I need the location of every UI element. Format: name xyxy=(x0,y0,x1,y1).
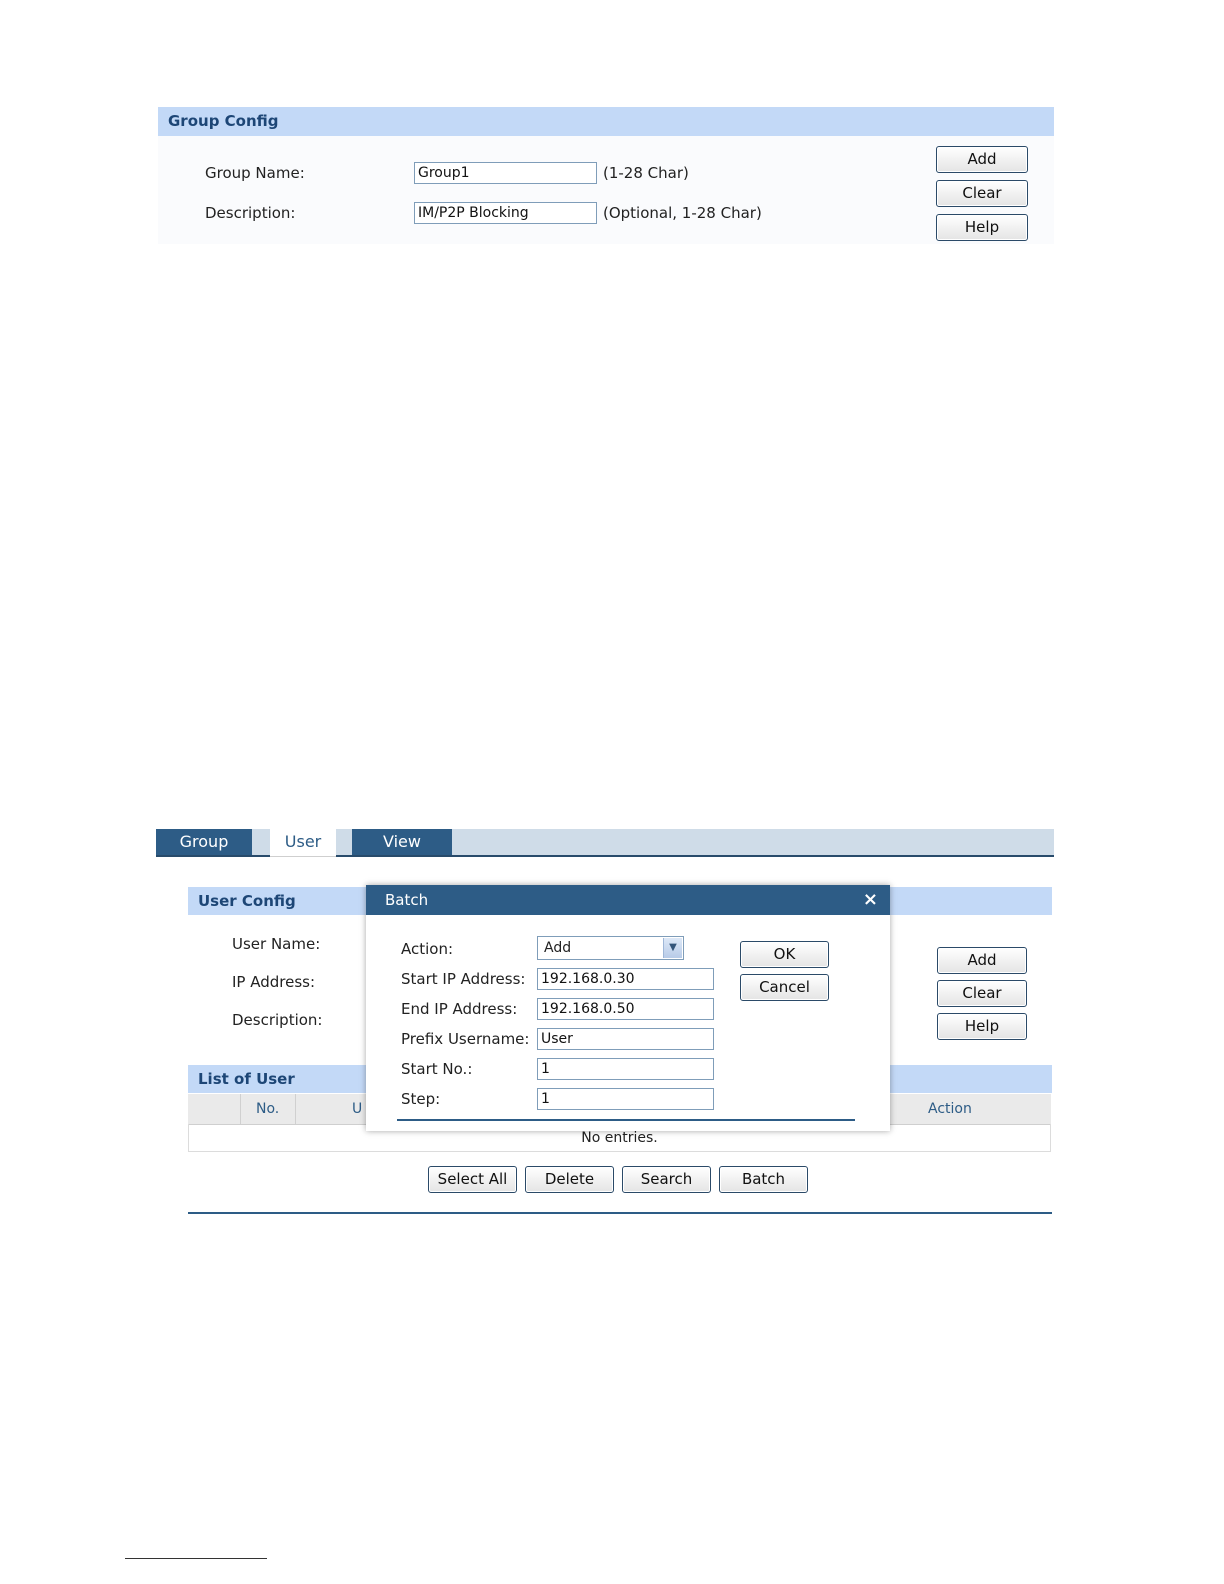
search-button[interactable]: Search xyxy=(622,1166,711,1193)
column-action: Action xyxy=(928,1101,972,1117)
end-ip-label: End IP Address: xyxy=(401,1000,518,1018)
start-no-label: Start No.: xyxy=(401,1060,473,1078)
group-description-label: Description: xyxy=(205,204,296,222)
cancel-button[interactable]: Cancel xyxy=(740,974,829,1001)
footnote-rule xyxy=(125,1558,267,1559)
tab-view[interactable]: View xyxy=(352,829,452,855)
action-select[interactable]: Add ▼ xyxy=(537,936,684,960)
ip-address-label: IP Address: xyxy=(232,973,316,991)
delete-button[interactable]: Delete xyxy=(525,1166,614,1193)
end-ip-input[interactable] xyxy=(537,998,714,1020)
action-label: Action: xyxy=(401,940,454,958)
start-ip-input[interactable] xyxy=(537,968,714,990)
user-name-label: User Name: xyxy=(232,935,321,953)
prefix-username-label: Prefix Username: xyxy=(401,1030,530,1048)
chevron-down-icon[interactable]: ▼ xyxy=(663,938,682,958)
batch-dialog: Batch × Action: Add ▼ Start IP Address: … xyxy=(366,885,890,1131)
group-config-title: Group Config xyxy=(158,107,1054,136)
column-no: No. xyxy=(256,1101,280,1117)
group-name-hint: (1-28 Char) xyxy=(603,164,689,182)
group-description-input[interactable] xyxy=(414,202,597,224)
tab-user[interactable]: User xyxy=(270,829,336,857)
column-divider xyxy=(240,1094,241,1124)
tab-bar: Group User View xyxy=(156,829,1054,857)
user-help-button[interactable]: Help xyxy=(937,1013,1027,1040)
user-clear-button[interactable]: Clear xyxy=(937,980,1027,1007)
group-description-hint: (Optional, 1-28 Char) xyxy=(603,204,762,222)
batch-button[interactable]: Batch xyxy=(719,1166,808,1193)
batch-dialog-header: Batch × xyxy=(366,885,890,915)
ok-button[interactable]: OK xyxy=(740,941,829,968)
bottom-divider xyxy=(188,1212,1052,1214)
step-input[interactable] xyxy=(537,1088,714,1110)
group-config-body xyxy=(158,136,1054,244)
close-icon[interactable]: × xyxy=(863,885,878,915)
step-label: Step: xyxy=(401,1090,441,1108)
group-add-button[interactable]: Add xyxy=(936,146,1028,173)
group-help-button[interactable]: Help xyxy=(936,214,1028,241)
column-divider xyxy=(295,1094,296,1124)
user-description-label: Description: xyxy=(232,1011,323,1029)
action-select-value: Add xyxy=(544,940,572,956)
no-entries-text: No entries. xyxy=(581,1130,658,1146)
group-clear-button[interactable]: Clear xyxy=(936,180,1028,207)
column-username: U xyxy=(352,1101,363,1117)
group-name-label: Group Name: xyxy=(205,164,305,182)
user-add-button[interactable]: Add xyxy=(937,947,1027,974)
batch-dialog-title: Batch xyxy=(385,891,429,909)
start-ip-label: Start IP Address: xyxy=(401,970,526,988)
group-name-input[interactable] xyxy=(414,162,597,184)
select-all-button[interactable]: Select All xyxy=(428,1166,517,1193)
prefix-username-input[interactable] xyxy=(537,1028,714,1050)
start-no-input[interactable] xyxy=(537,1058,714,1080)
dialog-divider xyxy=(397,1119,855,1121)
tab-group[interactable]: Group xyxy=(156,829,252,855)
